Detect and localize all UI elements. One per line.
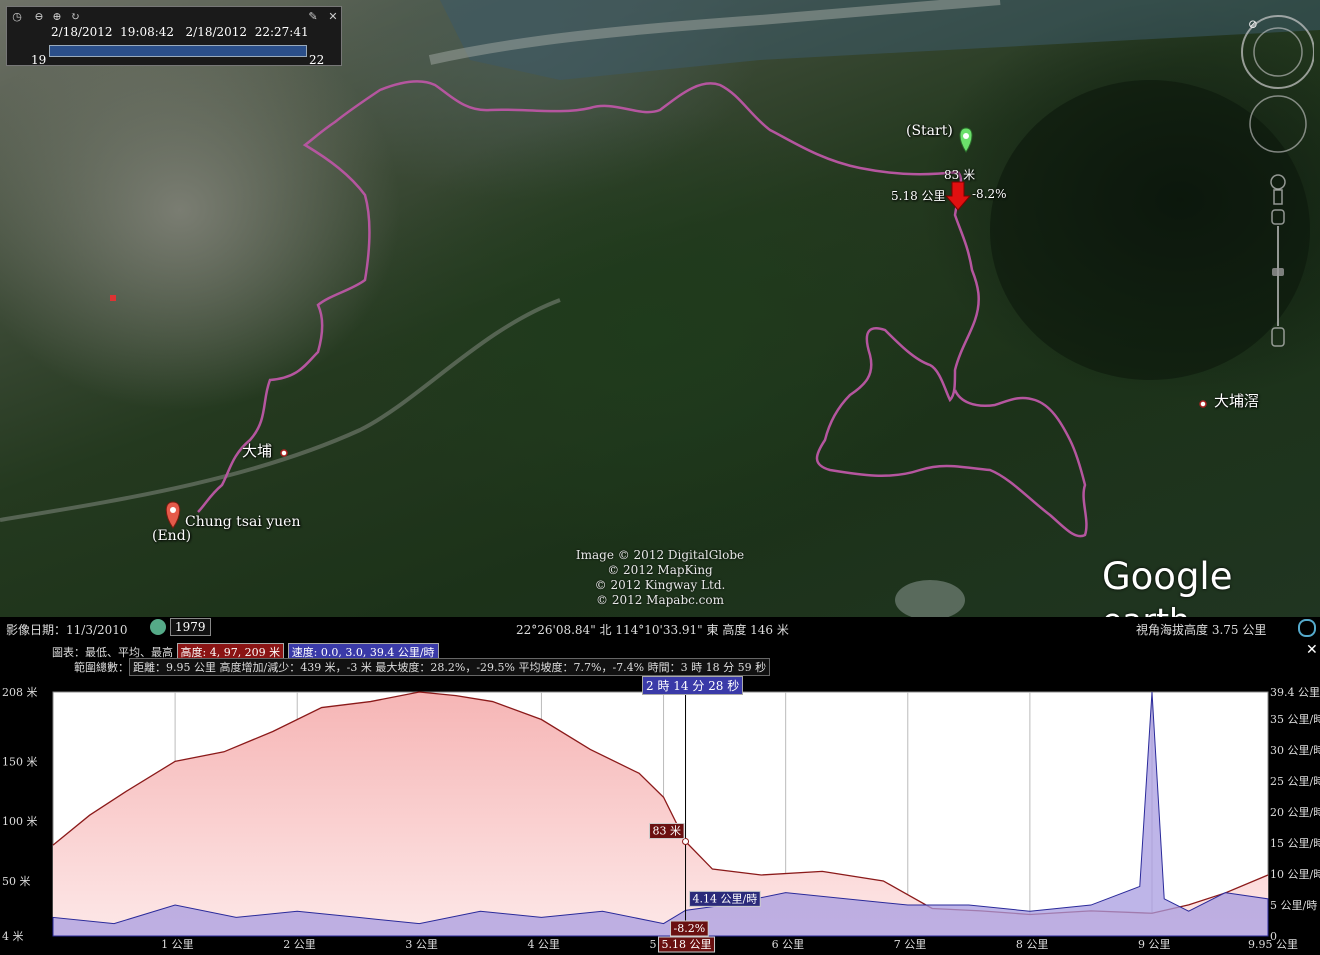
y-right-tick: 30 公里/時 (1270, 744, 1320, 757)
start-pin-icon (959, 127, 973, 153)
zoom-in-icon[interactable]: ⊕ (51, 11, 63, 23)
cursor-grade-label: -8.2% (674, 922, 706, 935)
google-earth-logo: Google earth (1102, 555, 1320, 617)
red-marker-icon (110, 295, 116, 301)
start-time: 19:08:42 (120, 25, 175, 39)
cursor-coordinates: 22°26'08.84" 北 114°10'33.91" 東 高度 146 米 (516, 623, 789, 637)
x-tick: 9.95 公里 (1248, 938, 1298, 951)
copyright-line: © 2012 MapKing (607, 563, 713, 577)
y-left-tick: 4 米 (2, 930, 24, 943)
cursor-distance-label: 5.18 公里 (662, 938, 712, 951)
time-range: 2/18/2012 19:08:42 2/18/2012 22:27:41 (51, 25, 309, 39)
y-right-tick: 20 公里/時 (1270, 806, 1320, 819)
logo-sub: earth (1102, 601, 1190, 617)
move-joystick (1249, 95, 1307, 153)
y-right-tick: 25 公里/時 (1270, 775, 1320, 788)
y-right-tick: 39.4 公里/時 (1270, 686, 1320, 699)
end-hour: 22 (309, 53, 325, 67)
x-tick: 9 公里 (1138, 938, 1171, 951)
x-tick: 4 公里 (527, 938, 560, 951)
y-right-tick: 5 公里/時 (1270, 899, 1317, 912)
range-label: 範圍總數： (74, 661, 129, 674)
cursor-speed-label: 4.14 公里/時 (693, 892, 758, 905)
end-pin-icon (165, 501, 181, 529)
marker-grade-label: -8.2% (972, 187, 1007, 201)
x-tick: 3 公里 (405, 938, 438, 951)
street-view-icon (1270, 174, 1286, 190)
imagery-date: 影像日期：11/3/2010 (6, 623, 128, 637)
x-tick: 2 公里 (283, 938, 316, 951)
end-date: 2/18/2012 (185, 25, 248, 39)
marker-distance-label: 5.18 公里 (891, 189, 946, 203)
y-right-tick: 10 公里/時 (1270, 868, 1320, 881)
marker-elevation-label: 83 米 (944, 168, 976, 182)
x-tick: 1 公里 (161, 938, 194, 951)
logo-main: Google (1102, 555, 1233, 598)
historical-imagery-icon[interactable] (150, 619, 166, 635)
satellite-map[interactable]: (Start) 83 米 5.18 公里 -8.2% Chung tsai yu… (0, 0, 1320, 617)
time-slider-panel: ◷ ⊖ ⊕ ↻ ✎ ✕ 2/18/2012 19:08:42 2/18/2012… (6, 6, 342, 67)
copyright-line: © 2012 Kingway Ltd. (594, 578, 726, 592)
x-tick: 6 公里 (772, 938, 805, 951)
x-tick: 7 公里 (894, 938, 927, 951)
close-profile-icon[interactable]: ✕ (1306, 642, 1318, 658)
y-left-tick: 150 米 (2, 755, 38, 768)
start-hour: 19 (31, 53, 47, 67)
end-place-label[interactable]: Chung tsai yuen (185, 514, 301, 530)
taipokau-label[interactable]: 大埔滘 (1214, 390, 1259, 411)
year-badge[interactable]: 1979 (170, 618, 211, 636)
y-right-tick: 35 公里/時 (1270, 713, 1320, 726)
y-left-tick: 100 米 (2, 815, 38, 828)
copyright-line: © 2012 Mapabc.com (596, 593, 724, 607)
cursor-elev-label: 83 米 (653, 825, 682, 838)
y-left-tick: 208 米 (2, 686, 38, 699)
clock-icon[interactable]: ◷ (11, 11, 23, 23)
eye-altitude: 視角海拔高度 3.75 公里 (1136, 623, 1267, 637)
end-time: 22:27:41 (254, 25, 309, 39)
taipo-dot-icon (280, 449, 288, 457)
zoom-out-icon[interactable]: ⊖ (33, 11, 45, 23)
range-stats: 距離：9.95 公里 高度增加/減少：439 米，-3 米 最大坡度：28.2%… (129, 658, 771, 676)
end-label: (End) (152, 528, 192, 544)
time-slider-track[interactable] (49, 45, 307, 57)
y-right-tick: 15 公里/時 (1270, 837, 1320, 850)
zoom-in-icon (1271, 209, 1285, 225)
elevation-profile-panel: 83 米 4.14 公里/時 -8.2% 208 米 150 米 100 米 50 米 4 米… (0, 640, 1320, 955)
position-arrow-icon (944, 181, 972, 211)
start-label: (Start) (906, 123, 953, 139)
taipokau-dot-icon (1199, 400, 1207, 408)
road (0, 298, 561, 522)
y-left-tick: 50 米 (2, 875, 31, 888)
imagery-copyright: Image © 2012 DigitalGlobe © 2012 MapKing… (560, 548, 760, 608)
start-date: 2/18/2012 (51, 25, 113, 39)
status-bar: 影像日期：11/3/2010 1979 22°26'08.84" 北 114°1… (0, 617, 1320, 640)
north-icon: ⊘ (1248, 17, 1258, 31)
cloud (895, 580, 965, 617)
taipo-label[interactable]: 大埔 (242, 440, 272, 461)
cursor-time-badge: 2 時 14 分 28 秒 (642, 676, 744, 695)
copyright-line: Image © 2012 DigitalGlobe (575, 548, 745, 562)
x-tick: 8 公里 (1016, 938, 1049, 951)
range-totals: 範圍總數： 距離：9.95 公里 高度增加/減少：439 米，-3 米 最大坡度：… (74, 658, 771, 676)
zoom-out-icon (1271, 327, 1285, 347)
navigation-controls[interactable]: ⊘ (1238, 14, 1314, 354)
close-icon[interactable]: ✕ (327, 11, 339, 23)
zoom-reset-icon[interactable]: ↻ (69, 11, 81, 23)
cursor-elev-point (682, 838, 690, 846)
wrench-icon[interactable]: ✎ (307, 11, 319, 23)
status-circle-icon[interactable] (1298, 619, 1316, 637)
